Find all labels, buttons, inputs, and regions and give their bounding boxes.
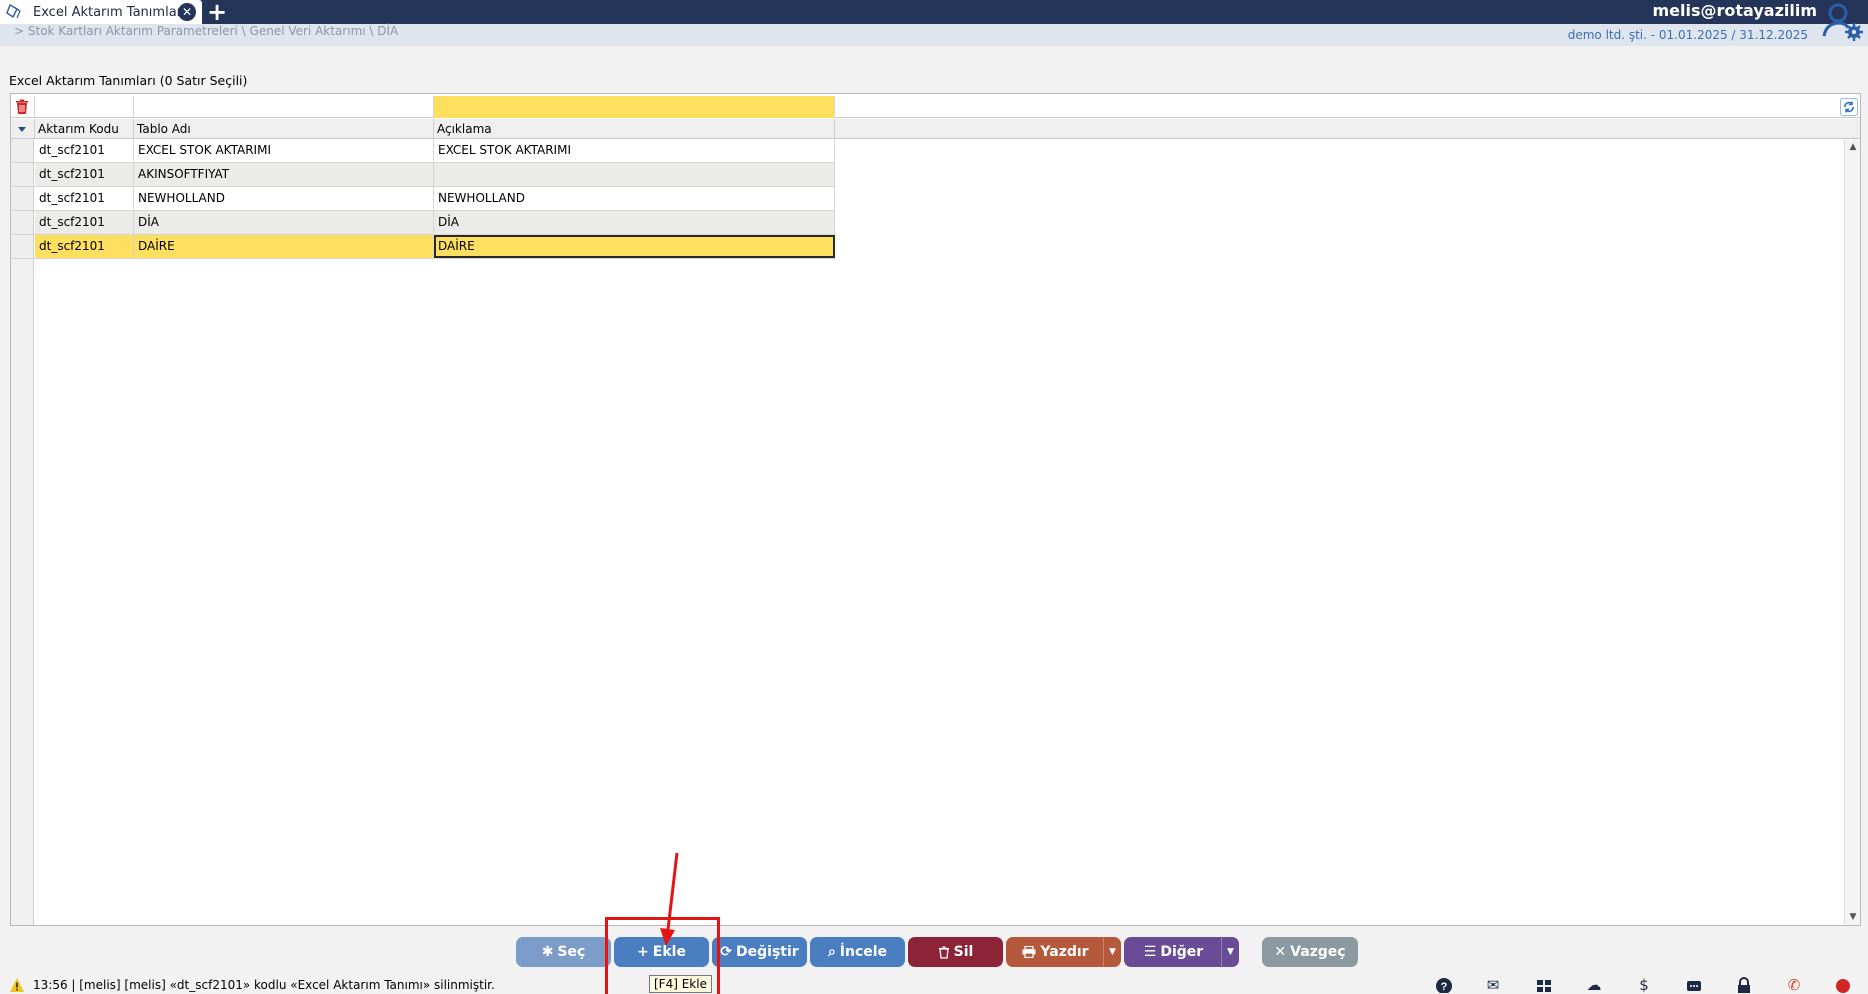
cell-aciklama: NEWHOLLAND xyxy=(434,187,835,210)
top-bar: Excel Aktarım Tanımları ✕ + melis@rotaya… xyxy=(0,0,1868,24)
chat-icon[interactable] xyxy=(1684,977,1704,993)
cloud-icon[interactable]: ☁ xyxy=(1584,977,1604,993)
column-header-aciklama[interactable]: Açıklama xyxy=(434,119,835,139)
list-icon: ☰ xyxy=(1143,944,1157,960)
inspect-button[interactable]: ⌕ İncele xyxy=(810,937,905,967)
delete-button-label: Sil xyxy=(953,944,974,960)
cell-tablo-adi: DİA xyxy=(134,211,434,234)
tab-close-icon[interactable]: ✕ xyxy=(178,3,196,21)
select-button-label: Seç xyxy=(557,944,586,960)
cell-aciklama xyxy=(434,163,835,186)
other-button-label: Diğer xyxy=(1160,944,1204,960)
column-header-aktarim-kodu[interactable]: Aktarım Kodu xyxy=(35,119,134,139)
cell-tablo-adi: NEWHOLLAND xyxy=(134,187,434,210)
cell-aktarim-kodu: dt_scf2101 xyxy=(35,235,134,258)
print-dropdown-chevron-icon[interactable]: ▼ xyxy=(1103,937,1121,967)
scroll-up-icon[interactable]: ▲ xyxy=(1847,141,1859,153)
cell-tablo-adi: DAİRE xyxy=(134,235,434,258)
printer-icon xyxy=(1022,946,1036,958)
currency-icon[interactable]: $ xyxy=(1634,977,1654,993)
table-row[interactable]: dt_scf2101 AKINSOFTFIYAT xyxy=(11,163,835,187)
filter-action-cell xyxy=(11,96,35,118)
cancel-button-label: Vazgeç xyxy=(1290,944,1346,960)
print-button[interactable]: Yazdır ▼ xyxy=(1006,937,1121,967)
filter-input-aktarim-kodu[interactable] xyxy=(35,96,134,118)
row-indicator[interactable] xyxy=(11,235,34,258)
user-settings-icon[interactable] xyxy=(1820,0,1864,42)
edit-button[interactable]: ⟳ Değiştir xyxy=(712,937,807,967)
status-message: 13:56 | [melis] [melis] «dt_scf2101» kod… xyxy=(33,978,495,992)
breadcrumb: > Stok Kartları Aktarım Parametreleri \ … xyxy=(14,24,399,38)
tab-excel-aktarim[interactable]: Excel Aktarım Tanımları ✕ xyxy=(0,0,202,24)
cell-tablo-adi: AKINSOFTFIYAT xyxy=(134,163,434,186)
cell-aktarim-kodu: dt_scf2101 xyxy=(35,163,134,186)
search-icon: ⌕ xyxy=(827,944,836,960)
lock-icon[interactable] xyxy=(1734,977,1754,993)
table-row[interactable]: dt_scf2101 NEWHOLLAND NEWHOLLAND xyxy=(11,187,835,211)
inspect-button-label: İncele xyxy=(839,944,888,960)
cell-aktarim-kodu: dt_scf2101 xyxy=(35,187,134,210)
row-indicator[interactable] xyxy=(11,211,34,234)
record-icon[interactable] xyxy=(1833,977,1853,993)
clear-filter-trash-icon[interactable] xyxy=(13,98,31,116)
trash-icon xyxy=(938,945,949,959)
add-tab-icon[interactable]: + xyxy=(207,0,227,24)
select-button[interactable]: ✱ Seç xyxy=(516,937,611,967)
svg-text:?: ? xyxy=(1441,981,1448,993)
mail-icon[interactable]: ✉ xyxy=(1483,977,1503,993)
cell-tablo-adi: EXCEL STOK AKTARIMI xyxy=(134,139,434,162)
cell-aktarim-kodu: dt_scf2101 xyxy=(35,139,134,162)
close-icon: ✕ xyxy=(1274,944,1287,960)
filter-row xyxy=(11,96,1860,118)
user-name[interactable]: melis@rotayazilim xyxy=(1652,1,1817,20)
cell-aciklama: DİA xyxy=(434,211,835,234)
tab-title: Excel Aktarım Tanımları xyxy=(33,5,186,20)
column-chooser-icon[interactable] xyxy=(11,119,35,139)
cell-aktarim-kodu: dt_scf2101 xyxy=(35,211,134,234)
apps-icon[interactable] xyxy=(1534,977,1554,993)
other-button[interactable]: ☰ Diğer ▼ xyxy=(1124,937,1239,967)
edit-button-label: Değiştir xyxy=(736,944,799,960)
refresh-edit-icon: ⟳ xyxy=(720,944,733,960)
scroll-down-icon[interactable]: ▼ xyxy=(1847,911,1859,923)
vertical-scrollbar[interactable]: ▲ ▼ xyxy=(1844,139,1860,925)
filter-input-aciklama[interactable] xyxy=(434,96,835,118)
data-grid: Aktarım Kodu Tablo Adı Açıklama dt_scf21… xyxy=(10,93,1861,926)
delete-button[interactable]: Sil xyxy=(908,937,1003,967)
company-period-info[interactable]: demo ltd. şti. - 01.01.2025 / 31.12.2025 xyxy=(1568,28,1808,42)
row-indicator[interactable] xyxy=(11,139,34,162)
help-icon[interactable]: ? xyxy=(1434,977,1454,994)
sub-header: > Stok Kartları Aktarım Parametreleri \ … xyxy=(0,24,1868,46)
warning-icon xyxy=(10,978,24,992)
phone-icon[interactable]: ✆ xyxy=(1784,977,1804,993)
table-row[interactable]: dt_scf2101 EXCEL STOK AKTARIMI EXCEL STO… xyxy=(11,139,835,163)
column-header-row: Aktarım Kodu Tablo Adı Açıklama xyxy=(11,119,1860,139)
tab-document-icon xyxy=(6,4,21,19)
print-button-label: Yazdır xyxy=(1040,944,1089,960)
refresh-icon[interactable] xyxy=(1840,98,1858,116)
filter-input-tablo-adi[interactable] xyxy=(134,96,434,118)
grid-title: Excel Aktarım Tanımları (0 Satır Seçili) xyxy=(9,73,248,88)
table-row[interactable]: dt_scf2101 DİA DİA xyxy=(11,211,835,235)
cell-aciklama: EXCEL STOK AKTARIMI xyxy=(434,139,835,162)
add-button-tooltip: [F4] Ekle xyxy=(649,975,712,993)
column-header-tablo-adi[interactable]: Tablo Adı xyxy=(134,119,434,139)
cell-aciklama-focused[interactable]: DAİRE xyxy=(434,235,835,258)
cancel-button[interactable]: ✕ Vazgeç xyxy=(1262,937,1358,967)
other-dropdown-chevron-icon[interactable]: ▼ xyxy=(1221,937,1239,967)
row-indicator[interactable] xyxy=(11,187,34,210)
row-indicator[interactable] xyxy=(11,163,34,186)
pointer-click-icon: ✱ xyxy=(541,944,554,960)
table-row-selected[interactable]: dt_scf2101 DAİRE DAİRE xyxy=(11,235,835,259)
